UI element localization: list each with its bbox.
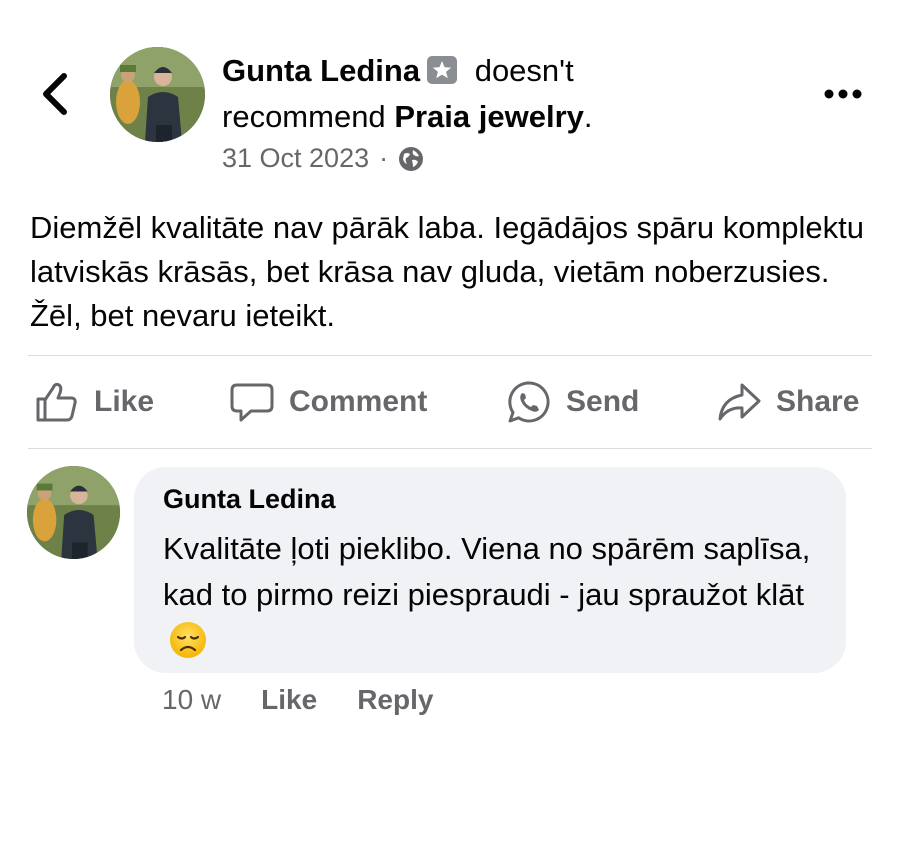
disappointed-face-icon	[169, 621, 207, 659]
like-button[interactable]: Like	[34, 374, 154, 430]
divider-top	[28, 355, 872, 356]
comment-author-avatar[interactable]	[27, 466, 120, 559]
meta-separator: ·	[379, 143, 389, 173]
share-label: Share	[776, 385, 860, 418]
thumbs-up-icon	[36, 382, 77, 422]
recommend-word: recommend	[222, 99, 386, 134]
comment-text: Kvalitāte ļoti pieklibo. Viena no spārēm…	[163, 531, 811, 612]
back-button[interactable]	[34, 70, 76, 118]
post-text: Diemžēl kvalitāte nav pārāk laba. Iegādā…	[30, 210, 865, 333]
messenger-icon	[508, 381, 550, 423]
avatar-photo	[27, 466, 120, 559]
post-header: Gunta Ledina doesn't recommend Praia jew…	[222, 48, 762, 140]
like-label: Like	[94, 385, 155, 418]
comment-button[interactable]: Comment	[229, 374, 427, 430]
globe-icon	[398, 146, 424, 172]
more-options-button[interactable]	[818, 78, 868, 110]
comment-footer: 10 w Like Reply	[162, 684, 473, 716]
comment-time[interactable]: 10 w	[162, 684, 221, 716]
post-author-avatar[interactable]	[110, 47, 205, 142]
comment-label: Comment	[289, 385, 428, 418]
recommend-verb: doesn't	[474, 53, 574, 88]
post-meta: 31 Oct 2023 ·	[222, 143, 424, 174]
chevron-left-icon	[43, 73, 67, 115]
share-button[interactable]: Share	[716, 374, 859, 430]
comment-like-button[interactable]: Like	[261, 684, 317, 716]
comment-reply-button[interactable]: Reply	[357, 684, 433, 716]
send-button[interactable]: Send	[506, 374, 639, 430]
send-label: Send	[566, 385, 640, 418]
divider-bottom	[28, 448, 872, 449]
share-icon	[718, 383, 761, 421]
top-fan-badge-icon	[426, 52, 458, 84]
post-author-name[interactable]: Gunta Ledina	[222, 53, 420, 88]
comment-icon	[230, 383, 274, 422]
comment-author-name[interactable]: Gunta Ledina	[163, 484, 336, 515]
comment-text-container: Kvalitāte ļoti pieklibo. Viena no spārēm…	[163, 526, 813, 664]
page-suffix: .	[583, 99, 593, 134]
avatar-photo	[110, 47, 205, 142]
more-icon	[824, 89, 862, 99]
page-link[interactable]: Praia jewelry	[394, 99, 584, 134]
post-date[interactable]: 31 Oct 2023	[222, 143, 369, 174]
